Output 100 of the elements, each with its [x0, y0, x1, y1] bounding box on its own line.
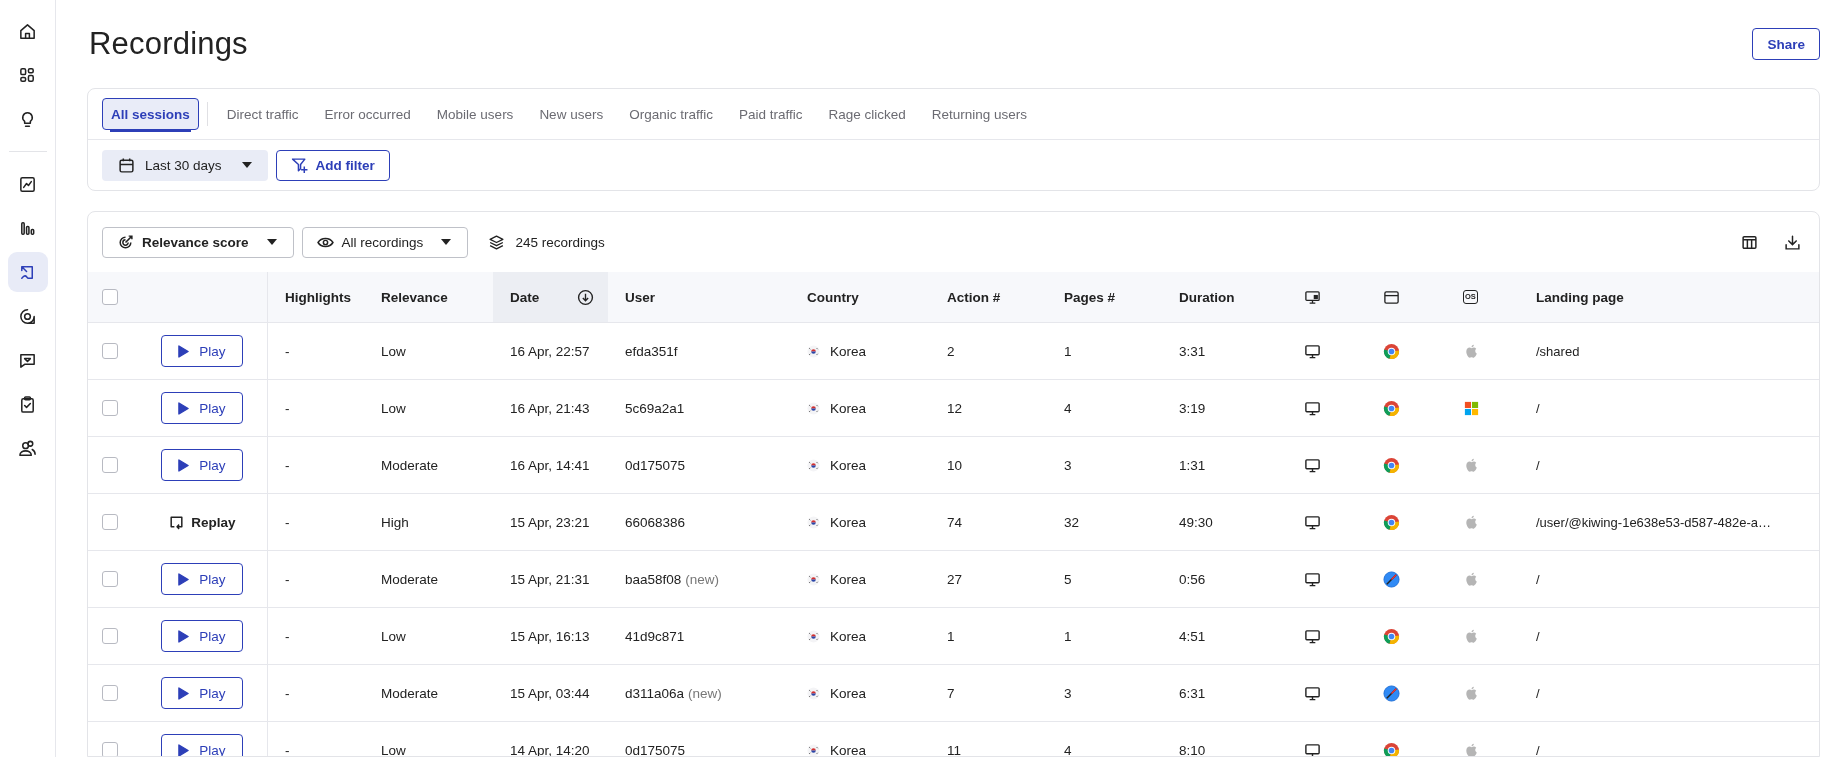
column-header[interactable]: Action # — [947, 289, 1001, 305]
row-checkbox[interactable] — [102, 628, 118, 644]
replay-button[interactable]: Replay — [161, 506, 243, 538]
monitor-icon — [1304, 570, 1321, 588]
row-checkbox[interactable] — [102, 685, 118, 701]
play-button[interactable]: Play — [161, 620, 243, 652]
pages-cell: 4 — [1064, 400, 1072, 416]
add-filter-button[interactable]: Add filter — [275, 149, 390, 181]
highlights-cell: - — [285, 685, 290, 701]
clipboard-icon — [18, 394, 37, 414]
play-button[interactable]: Play — [161, 335, 243, 367]
column-header[interactable]: Pages # — [1064, 289, 1116, 305]
row-checkbox[interactable] — [102, 457, 118, 473]
apple-icon — [1463, 627, 1480, 645]
columns-icon[interactable] — [1741, 233, 1758, 251]
duration-cell: 4:51 — [1179, 628, 1206, 644]
play-button[interactable]: Play — [161, 677, 243, 709]
pages-cell: 3 — [1064, 457, 1072, 473]
date-range-dropdown[interactable]: Last 30 days — [102, 149, 268, 181]
row-checkbox[interactable] — [102, 343, 118, 359]
segment-tab[interactable]: Direct traffic — [217, 98, 308, 130]
column-header[interactable]: Landing page — [1536, 289, 1624, 305]
user-id: 0d175075 — [625, 457, 686, 473]
caret-icon — [266, 239, 277, 245]
segment-tab[interactable]: Mobile users — [427, 98, 523, 130]
country-cell: Korea — [830, 628, 867, 644]
download-icon[interactable] — [1784, 233, 1801, 251]
date-cell: 16 Apr, 22:57 — [510, 343, 590, 359]
relevance-cell: High — [381, 514, 409, 530]
user-id: 41d9c871 — [625, 628, 685, 644]
monitor-icon — [1304, 399, 1321, 417]
user-id: 5c69a2a1 — [625, 400, 685, 416]
row-checkbox[interactable] — [102, 742, 118, 756]
play-icon — [178, 401, 190, 415]
pages-cell: 5 — [1064, 571, 1072, 587]
user-id: baa58f08 — [625, 571, 682, 587]
column-header[interactable]: Duration — [1179, 289, 1235, 305]
duration-cell: 3:31 — [1179, 343, 1206, 359]
segment-tab[interactable]: Rage clicked — [819, 98, 915, 130]
duration-cell: 3:19 — [1179, 400, 1206, 416]
flag-icon — [807, 686, 820, 700]
date-cell: 15 Apr, 03:44 — [510, 685, 590, 701]
play-button[interactable]: Play — [161, 563, 243, 595]
play-button[interactable]: Play — [161, 392, 243, 424]
select-all-checkbox[interactable] — [102, 289, 118, 305]
segment-tab[interactable]: All sessions — [102, 98, 199, 130]
monitor-icon — [1304, 627, 1321, 645]
column-header[interactable]: Country — [807, 289, 859, 305]
flag-icon — [807, 344, 820, 358]
target-icon — [117, 233, 134, 251]
duration-cell: 6:31 — [1179, 685, 1206, 701]
pages-cell: 32 — [1064, 514, 1080, 530]
segment-tab[interactable]: Returning users — [922, 98, 1037, 130]
date-cell: 16 Apr, 21:43 — [510, 400, 590, 416]
apple-icon — [1463, 684, 1480, 702]
row-checkbox[interactable] — [102, 400, 118, 416]
recordings-filter-dropdown[interactable]: All recordings — [301, 226, 469, 258]
monitor-icon — [1304, 684, 1321, 702]
grid-icon — [18, 65, 37, 85]
column-header[interactable]: Highlights — [285, 289, 351, 305]
row-checkbox[interactable] — [102, 514, 118, 530]
actions-cell: 10 — [947, 457, 963, 473]
monitor-icon — [1304, 288, 1321, 306]
landing-page-cell: /user/@kiwing-1e638e53-d587-482e-a… — [1536, 514, 1772, 530]
sort-down-icon[interactable] — [577, 288, 594, 306]
column-header[interactable]: Date — [510, 289, 540, 305]
share-button[interactable]: Share — [1752, 28, 1820, 60]
highlights-cell: - — [285, 400, 290, 416]
column-header[interactable]: User — [625, 289, 656, 305]
play-button[interactable]: Play — [161, 449, 243, 481]
relevance-cell: Low — [381, 742, 406, 756]
play-icon — [178, 629, 190, 643]
monitor-icon — [1304, 741, 1321, 756]
browser-logo-icon — [1383, 456, 1400, 474]
compass-icon — [1383, 684, 1400, 702]
highlights-cell: - — [285, 742, 290, 756]
landing-page-cell: / — [1536, 742, 1540, 756]
segment-tab[interactable]: Error occurred — [315, 98, 420, 130]
sidebar-item[interactable] — [7, 252, 48, 292]
country-cell: Korea — [830, 685, 867, 701]
segment-tab[interactable]: Paid traffic — [729, 98, 812, 130]
chart-icon — [18, 174, 37, 194]
play-icon — [178, 686, 190, 700]
play-icon — [178, 458, 190, 472]
country-cell: Korea — [830, 571, 867, 587]
segment-tab[interactable]: New users — [530, 98, 613, 130]
landing-page-cell: / — [1536, 685, 1540, 701]
apple-icon — [1463, 570, 1480, 588]
column-header[interactable]: Relevance — [381, 289, 448, 305]
row-checkbox[interactable] — [102, 571, 118, 587]
landing-page-cell: / — [1536, 457, 1540, 473]
users-icon — [18, 438, 37, 458]
pages-cell: 1 — [1064, 343, 1072, 359]
apple-icon — [1463, 456, 1480, 474]
sort-dropdown[interactable]: Relevance score — [102, 226, 294, 258]
segment-tab[interactable]: Organic traffic — [620, 98, 722, 130]
filter-plus-icon — [290, 156, 308, 174]
actions-cell: 1 — [947, 628, 955, 644]
actions-cell: 7 — [947, 685, 955, 701]
caret-icon — [441, 239, 452, 245]
